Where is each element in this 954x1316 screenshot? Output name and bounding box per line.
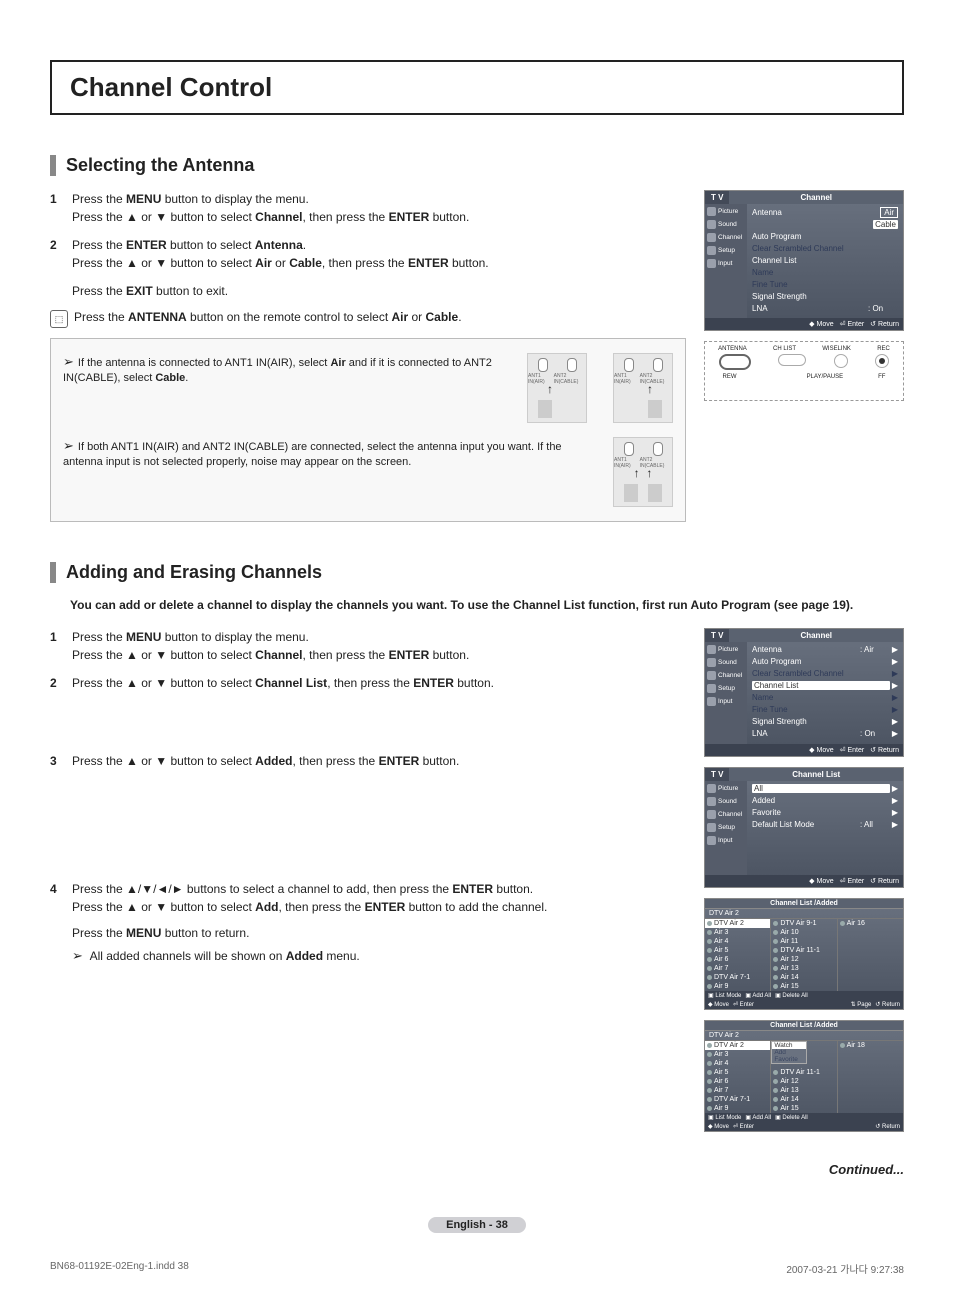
s2-step-3: 3 Press the ▲ or ▼ button to select Adde… xyxy=(50,752,686,770)
s2-step-2: 2 Press the ▲ or ▼ button to select Chan… xyxy=(50,674,686,692)
antenna-diagram-1: ANT1 IN(AIR)ANT2 IN(CABLE) ↑ ANT1 IN(AIR… xyxy=(527,353,673,423)
page-title-box: Channel Control xyxy=(50,60,904,115)
arrow-icon: ➢ xyxy=(63,438,74,453)
hint-row-1: ➢If the antenna is connected to ANT1 IN(… xyxy=(63,353,673,423)
channel-list-added-1: Channel List /Added DTV Air 2 DTV Air 2A… xyxy=(704,898,904,1010)
channel-list-added-2: Channel List /Added DTV Air 2 DTV Air 2A… xyxy=(704,1020,904,1132)
remote-diagram: ANTENNA CH LIST WISELINK REC REW PLAY/PA… xyxy=(704,341,904,401)
section2-heading: Adding and Erasing Channels xyxy=(50,562,904,583)
section1-heading: Selecting the Antenna xyxy=(50,155,904,176)
osd-channel-list-submenu: T V Channel List Picture Sound Channel S… xyxy=(704,767,904,888)
section1-steps: 1 Press the MENU button to display the m… xyxy=(50,190,686,272)
hint-row-2: ➢If both ANT1 IN(AIR) and ANT2 IN(CABLE)… xyxy=(63,437,673,507)
s2-step-1: 1 Press the MENU button to display the m… xyxy=(50,628,686,664)
antenna-diagram-2: ANT1 IN(AIR)ANT2 IN(CABLE) ↑ ↑ xyxy=(613,437,673,507)
remote-icon: ⬚ xyxy=(50,310,68,328)
s2-step-4: 4 Press the ▲/▼/◄/► buttons to select a … xyxy=(50,880,686,966)
continued-label: Continued... xyxy=(50,1162,904,1177)
section2-intro: You can add or delete a channel to displ… xyxy=(70,597,904,614)
step-1: 1 Press the MENU button to display the m… xyxy=(50,190,686,226)
osd-sidebar: Picture Sound Channel Setup Input xyxy=(705,204,747,318)
section-adding-erasing: Adding and Erasing Channels You can add … xyxy=(50,562,904,1177)
page-number: English - 38 xyxy=(50,1217,904,1231)
arrow-icon: ➢ xyxy=(72,948,83,963)
step-2: 2 Press the ENTER button to select Anten… xyxy=(50,236,686,272)
remote-note: ⬚ Press the ANTENNA button on the remote… xyxy=(50,310,686,328)
page-title: Channel Control xyxy=(70,72,884,103)
arrow-icon: ➢ xyxy=(63,354,74,369)
print-footer: BN68-01192E-02Eng-1.indd 38 2007-03-21 가… xyxy=(50,1261,904,1276)
osd-channel-list-select: T V Channel Picture Sound Channel Setup … xyxy=(704,628,904,757)
osd-row-antenna: Antenna Air xyxy=(752,207,898,217)
osd-channel-antenna: T V Channel Picture Sound Channel Setup … xyxy=(704,190,904,331)
section-selecting-antenna: Selecting the Antenna 1 Press the MENU b… xyxy=(50,155,904,522)
exit-instruction: Press the EXIT button to exit. xyxy=(50,282,686,300)
antenna-hint-box: ➢If the antenna is connected to ANT1 IN(… xyxy=(50,338,686,522)
